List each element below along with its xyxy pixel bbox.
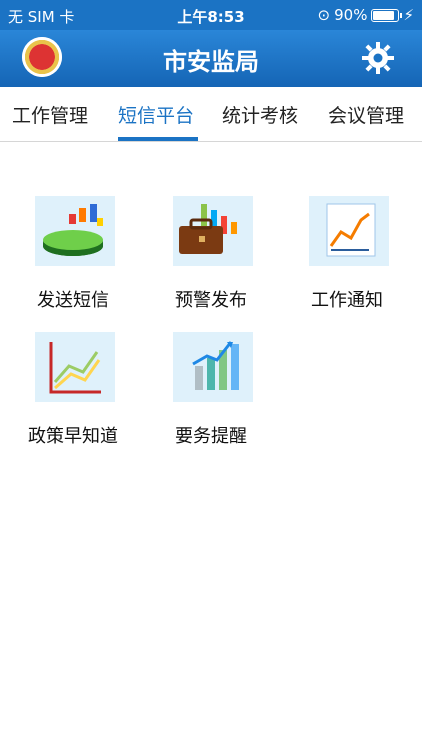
battery-percent: 90% bbox=[334, 6, 368, 24]
gear-icon[interactable] bbox=[360, 40, 396, 76]
nav-bar: 市安监局 bbox=[0, 30, 422, 87]
tab-work-management[interactable]: 工作管理 bbox=[12, 101, 88, 128]
tab-bar: 工作管理 短信平台 统计考核 会议管理 bbox=[0, 87, 422, 142]
tab-sms-platform[interactable]: 短信平台 bbox=[118, 101, 194, 128]
orientation-lock-icon: ⊙ bbox=[317, 6, 331, 24]
status-bar: 无 SIM 卡 上午8:53 ⊙ 90% ⚡ bbox=[0, 0, 422, 30]
tab-statistics[interactable]: 统计考核 bbox=[222, 101, 298, 128]
battery-icon bbox=[371, 8, 403, 22]
grid-item-warning-release[interactable]: 预警发布 bbox=[146, 160, 276, 311]
grid-item-label: 政策早知道 bbox=[28, 426, 118, 447]
grid-item-work-notice[interactable]: 工作通知 bbox=[282, 160, 412, 311]
bar-chart-icon bbox=[173, 332, 253, 402]
grid-item-key-reminder[interactable]: 要务提醒 bbox=[146, 296, 276, 447]
grid-item-send-sms[interactable]: 发送短信 bbox=[8, 160, 138, 311]
pie-chart-icon bbox=[35, 196, 115, 266]
grid-item-label: 工作通知 bbox=[311, 290, 383, 311]
tab-meeting-management[interactable]: 会议管理 bbox=[328, 101, 404, 128]
trend-lines-icon bbox=[35, 332, 115, 402]
briefcase-chart-icon bbox=[173, 196, 253, 266]
charging-icon: ⚡ bbox=[403, 6, 414, 24]
page-title: 市安监局 bbox=[163, 48, 259, 76]
bottom-space bbox=[0, 720, 422, 750]
grid-item-policy-news[interactable]: 政策早知道 bbox=[8, 296, 138, 447]
line-graph-icon bbox=[309, 196, 389, 266]
status-right: ⊙ 90% ⚡ bbox=[318, 6, 414, 24]
active-tab-indicator bbox=[118, 137, 198, 141]
grid-item-label: 要务提醒 bbox=[175, 426, 247, 447]
